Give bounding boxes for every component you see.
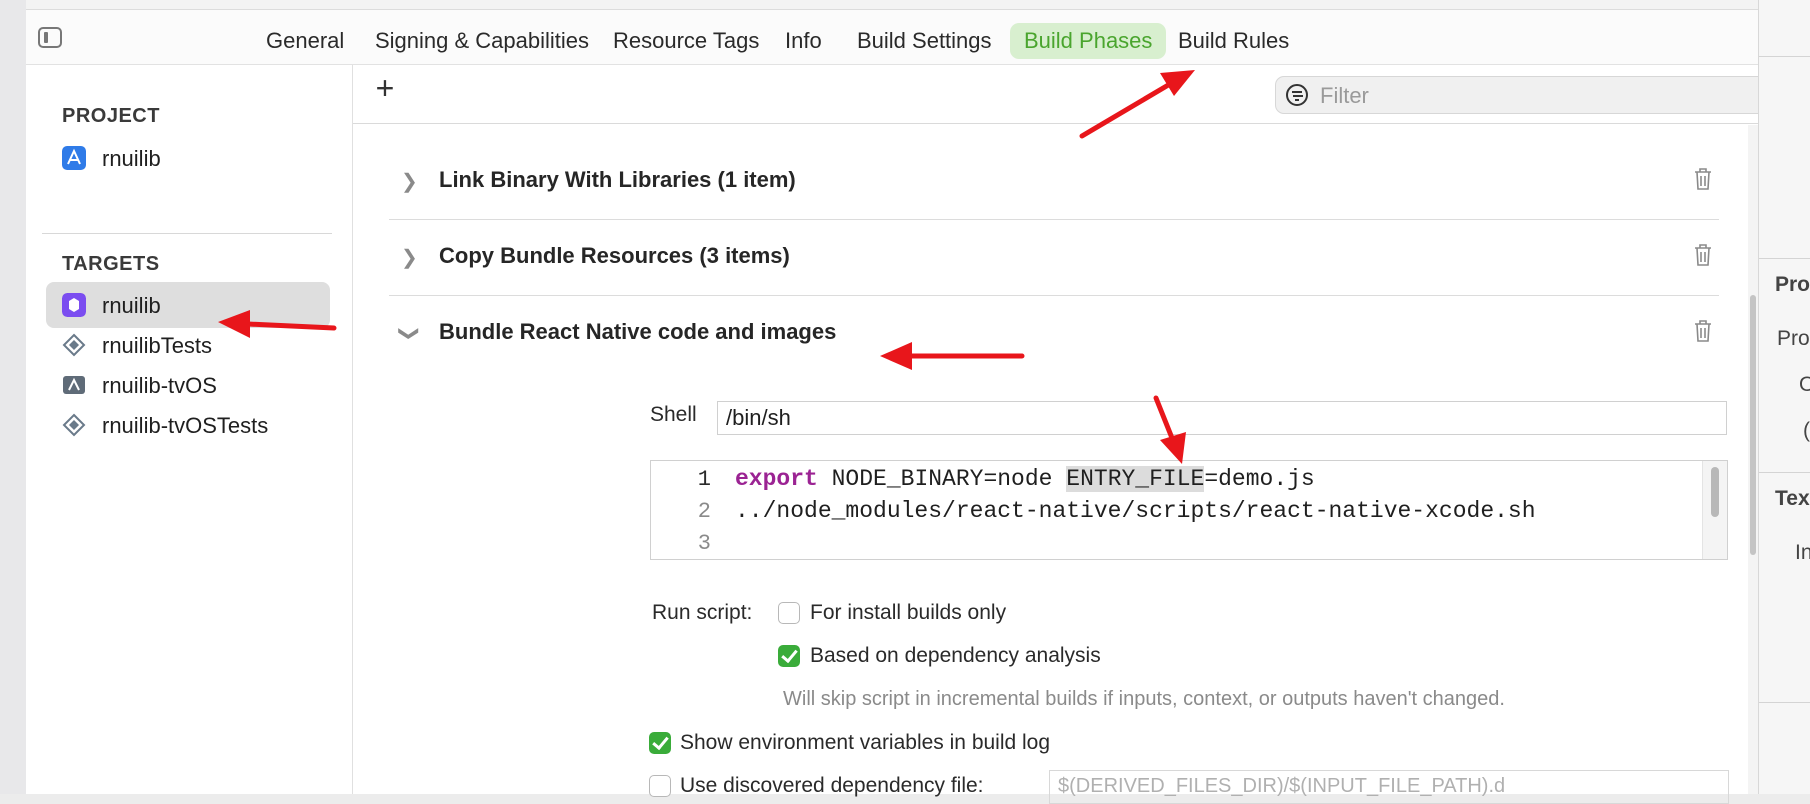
code-text: NODE_BINARY=node <box>817 466 1067 492</box>
phase-title: Link Binary With Libraries (1 item) <box>439 167 796 192</box>
tab-build-settings[interactable]: Build Settings <box>843 23 1006 59</box>
inspector-divider <box>1759 472 1810 473</box>
code-text: =demo.js <box>1204 466 1315 492</box>
shell-label: Shell <box>650 403 697 426</box>
sidebar-item-label: rnuilib <box>102 146 161 171</box>
xcode-window: General Signing & Capabilities Resource … <box>26 0 1773 804</box>
inspector-text: In <box>1795 541 1810 564</box>
build-phases-content: + ❯ Link Binary With Libraries (1 item) … <box>353 65 1773 804</box>
scrollbar-thumb[interactable] <box>1750 295 1756 555</box>
run-script-label: Run script: <box>652 601 753 624</box>
sidebar-item-target-rnuilib-tvostests[interactable]: rnuilib-tvOSTests <box>46 402 330 448</box>
tab-info[interactable]: Info <box>771 23 836 59</box>
dependency-file-field[interactable]: $(DERIVED_FILES_DIR)/$(INPUT_FILE_PATH).… <box>1049 770 1729 804</box>
tab-resource-tags[interactable]: Resource Tags <box>599 23 773 59</box>
trash-icon[interactable] <box>1693 243 1713 267</box>
inspector-text: Pro <box>1777 327 1810 350</box>
test-target-icon <box>62 413 86 437</box>
tab-signing-capabilities[interactable]: Signing & Capabilities <box>361 23 603 59</box>
sidebar-item-project[interactable]: rnuilib <box>46 135 330 181</box>
inspector-panel: Pro Pro O ( Tex In <box>1758 0 1810 794</box>
inspector-divider <box>1759 56 1810 57</box>
code-highlight: ENTRY_FILE <box>1066 466 1205 492</box>
sidebar-item-label: rnuilibTests <box>102 333 213 358</box>
dependency-note: Will skip script in incremental builds i… <box>783 688 1505 710</box>
inspector-text: O <box>1799 373 1810 396</box>
filter-input[interactable] <box>1318 81 1762 111</box>
sidebar-item-label: rnuilib-tvOS <box>102 373 217 398</box>
phase-title: Copy Bundle Resources (3 items) <box>439 243 790 268</box>
project-heading: PROJECT <box>62 105 160 127</box>
sidebar-item-label: rnuilib <box>102 293 161 318</box>
dependency-analysis-checkbox[interactable] <box>778 645 800 667</box>
inspector-divider <box>1759 702 1810 703</box>
phase-bundle-react-native[interactable]: ❯ Bundle React Native code and images <box>389 295 1719 371</box>
phase-link-binary[interactable]: ❯ Link Binary With Libraries (1 item) <box>389 143 1719 220</box>
line-number: 1 <box>697 467 711 492</box>
content-scrollbar[interactable] <box>1748 125 1758 794</box>
show-env-vars-label: Show environment variables in build log <box>680 731 1051 754</box>
code-keyword: export <box>735 466 818 492</box>
tab-build-rules[interactable]: Build Rules <box>1164 23 1303 59</box>
content-divider <box>353 123 1758 124</box>
chevron-down-icon[interactable]: ❯ <box>397 325 422 342</box>
tab-general[interactable]: General <box>252 23 358 59</box>
targets-heading: TARGETS <box>62 253 160 275</box>
phase-title: Bundle React Native code and images <box>439 319 837 344</box>
filter-field[interactable] <box>1275 76 1773 114</box>
chevron-right-icon[interactable]: ❯ <box>401 169 418 194</box>
inspector-divider <box>1759 258 1810 259</box>
sidebar: PROJECT rnuilib TARGETS rnuilib rnuilibT… <box>26 65 353 794</box>
code-line-2[interactable]: ../node_modules/react-native/scripts/rea… <box>735 498 1536 524</box>
script-editor[interactable]: 1 2 3 export NODE_BINARY=node ENTRY_FILE… <box>650 460 1728 560</box>
install-builds-label: For install builds only <box>810 601 1007 624</box>
tab-build-phases[interactable]: Build Phases <box>1010 23 1167 59</box>
sidebar-toggle-icon[interactable] <box>38 27 62 48</box>
inspector-text: Pro <box>1775 273 1810 296</box>
shell-field[interactable]: /bin/sh <box>717 401 1727 435</box>
left-gutter <box>0 0 27 794</box>
test-target-icon <box>62 333 86 357</box>
inspector-text: ( <box>1803 419 1810 442</box>
show-env-vars-checkbox[interactable] <box>649 732 671 754</box>
line-number: 3 <box>697 531 711 556</box>
phase-copy-bundle-resources[interactable]: ❯ Copy Bundle Resources (3 items) <box>389 219 1719 296</box>
code-line-1[interactable]: export NODE_BINARY=node ENTRY_FILE=demo.… <box>735 466 1315 492</box>
filter-icon <box>1286 84 1308 106</box>
app-target-icon <box>62 293 86 317</box>
sidebar-item-label: rnuilib-tvOSTests <box>102 413 269 438</box>
tab-bar: General Signing & Capabilities Resource … <box>26 10 1758 65</box>
trash-icon[interactable] <box>1693 319 1713 343</box>
chevron-right-icon[interactable]: ❯ <box>401 245 418 270</box>
sidebar-divider <box>42 233 332 234</box>
install-builds-checkbox[interactable] <box>778 602 800 624</box>
tvos-target-icon <box>63 376 85 394</box>
discovered-dep-label: Use discovered dependency file: <box>680 774 984 797</box>
dependency-analysis-label: Based on dependency analysis <box>810 644 1101 667</box>
line-number: 2 <box>697 499 711 524</box>
xcode-project-icon <box>62 146 86 170</box>
trash-icon[interactable] <box>1693 167 1713 191</box>
inspector-text: Tex <box>1775 487 1810 510</box>
window-top-strip <box>26 0 1758 10</box>
add-phase-button[interactable]: + <box>371 72 399 104</box>
editor-scrollbar[interactable] <box>1702 461 1727 559</box>
